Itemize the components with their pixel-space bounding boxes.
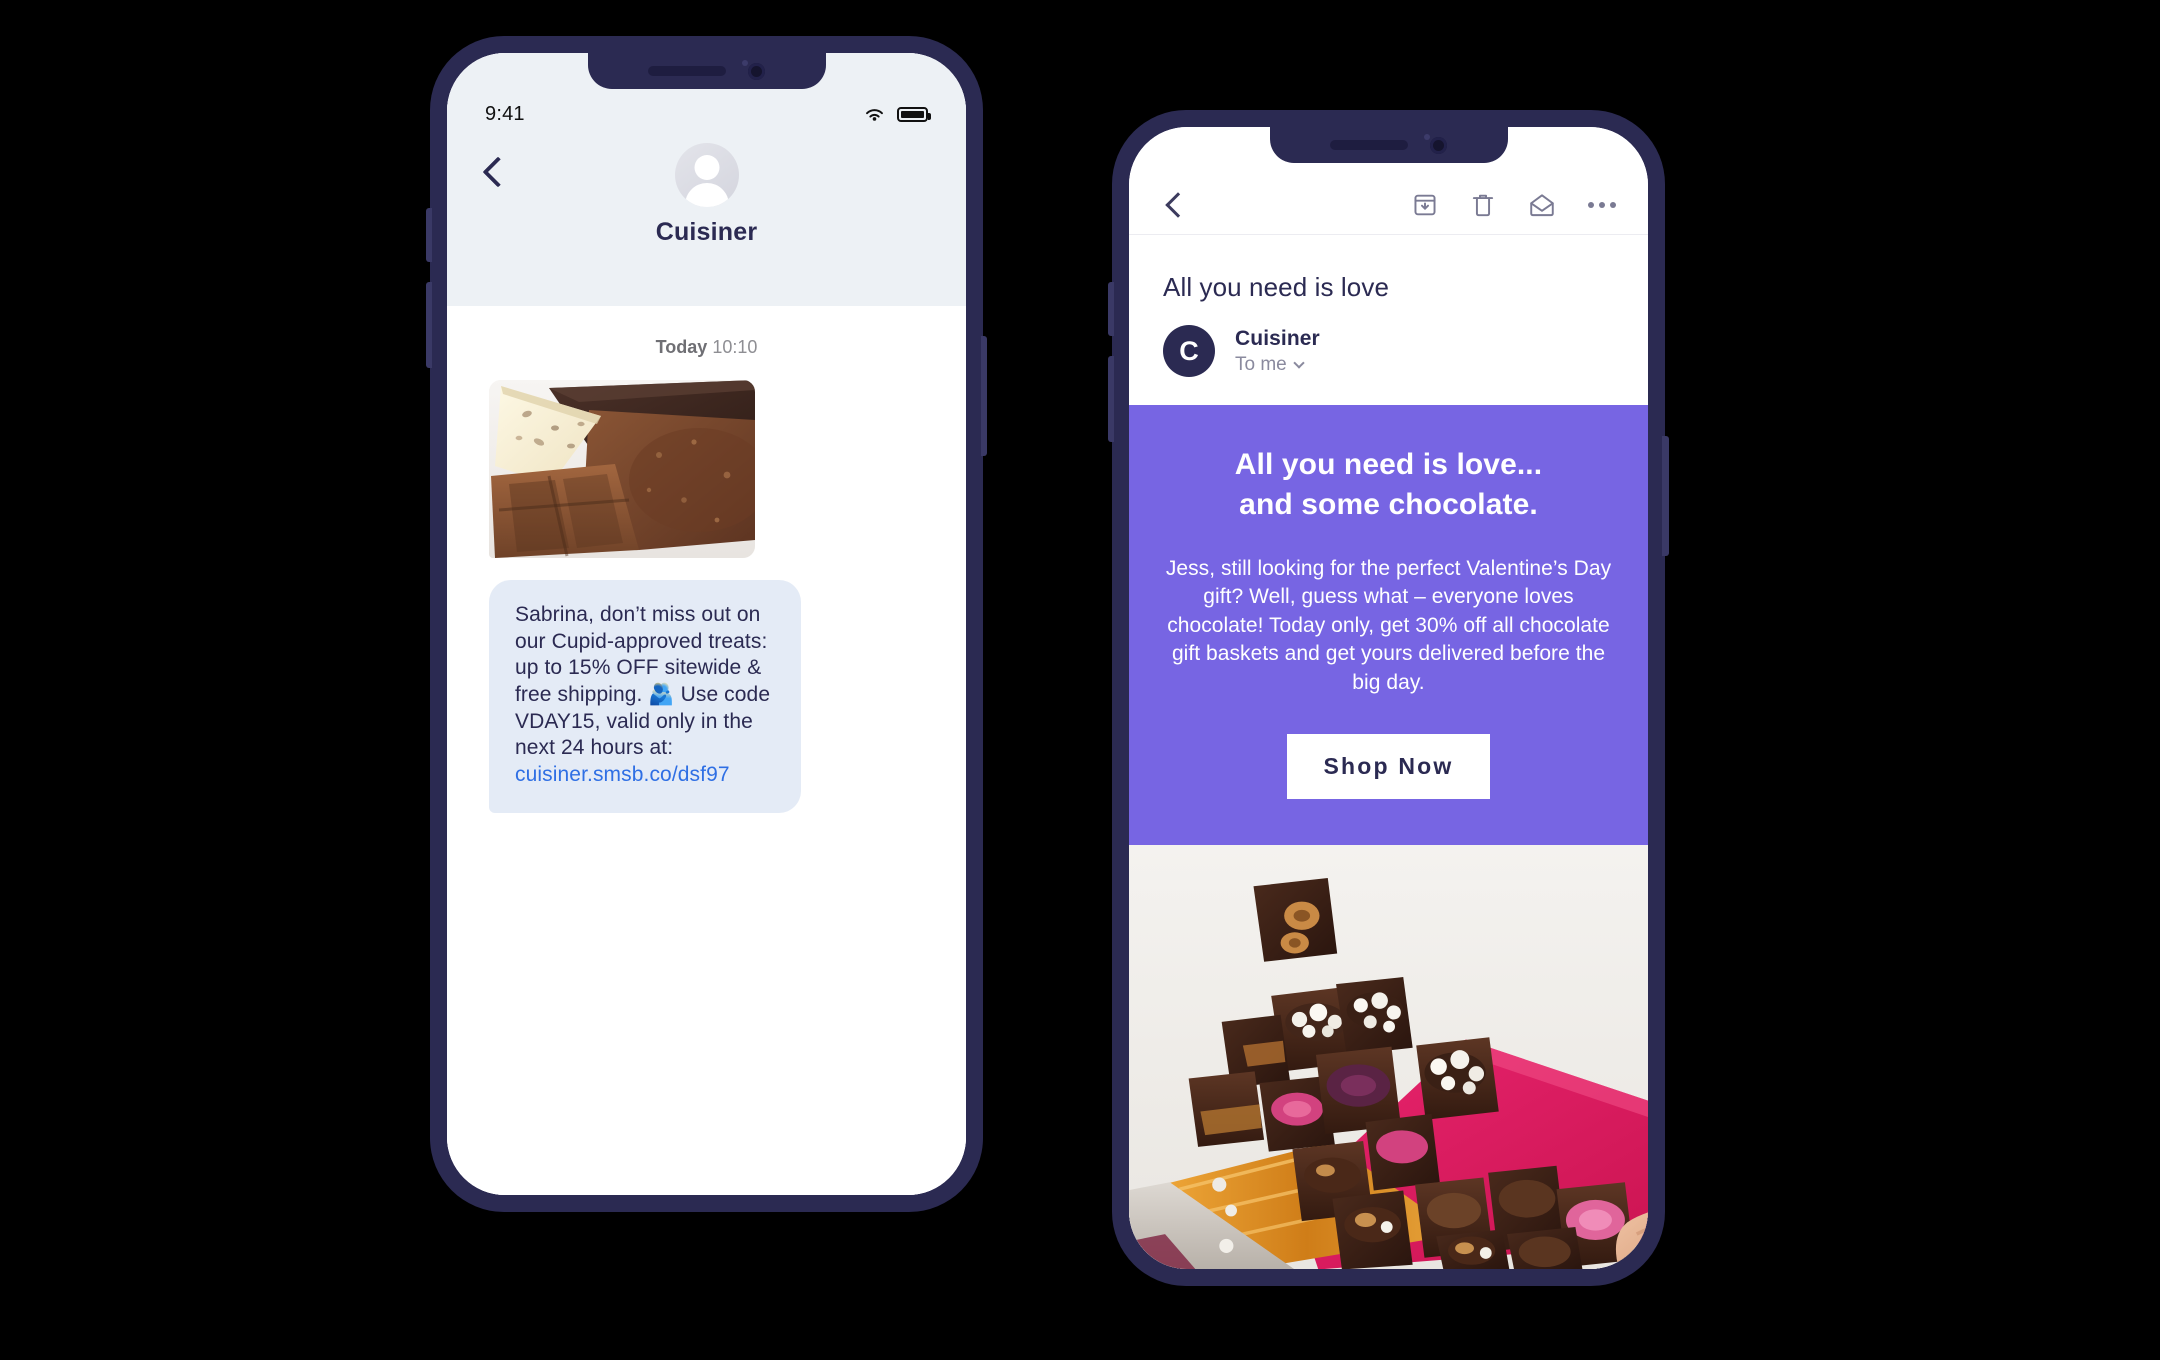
mms-attachment-image[interactable]: [489, 380, 755, 558]
chevron-down-icon[interactable]: [1293, 356, 1305, 369]
promo-headline: All you need is love... and some chocola…: [1157, 445, 1620, 525]
phone-notch-2: [1269, 127, 1508, 163]
phone-screen-email: All you need is love C Cuisiner To me Al…: [1129, 127, 1648, 1269]
phone-mockup-email: All you need is love C Cuisiner To me Al…: [1108, 110, 1669, 1286]
chocolate-gift-box-photo: [1129, 844, 1648, 1269]
sms-app: 9:41 Cuisiner Today 10:10 Sabrina, don’t…: [447, 53, 966, 1195]
phone-notch: [587, 53, 826, 89]
sender-details: Cuisiner To me: [1235, 327, 1320, 376]
trash-icon[interactable]: [1470, 192, 1496, 218]
sms-nav-bar: Cuisiner: [447, 131, 966, 247]
earpiece-speaker: [648, 66, 726, 76]
volume-down-button[interactable]: [426, 282, 432, 368]
more-options-icon[interactable]: [1588, 202, 1616, 208]
volume-up-button[interactable]: [426, 208, 432, 262]
contact-name: Cuisiner: [655, 218, 758, 246]
phone-screen-sms: 9:41 Cuisiner Today 10:10 Sabrina, don’t…: [447, 53, 966, 1195]
status-bar: 9:41: [447, 97, 966, 131]
chocolate-bars-photo: [489, 380, 755, 558]
status-time: 9:41: [485, 102, 525, 125]
screenshot-stage: 9:41 Cuisiner Today 10:10 Sabrina, don’t…: [0, 0, 2160, 1360]
email-sender-row[interactable]: C Cuisiner To me: [1129, 303, 1648, 405]
archive-icon[interactable]: [1412, 192, 1438, 218]
promo-headline-line2: and some chocolate.: [1239, 487, 1538, 521]
email-promo-banner: All you need is love... and some chocola…: [1129, 405, 1648, 845]
sms-message-link[interactable]: cuisiner.smsb.co/dsf97: [515, 763, 730, 786]
promo-headline-line1: All you need is love...: [1234, 448, 1543, 481]
sender-recipient[interactable]: To me: [1235, 354, 1320, 376]
sms-message-text: Sabrina, don’t miss out on our Cupid-app…: [515, 603, 771, 760]
status-indicators: [863, 106, 931, 123]
sms-header: 9:41 Cuisiner: [447, 53, 966, 306]
sender-name: Cuisiner: [1235, 326, 1320, 350]
sms-message-bubble: Sabrina, don’t miss out on our Cupid-app…: [489, 580, 801, 813]
back-chevron-icon[interactable]: [1165, 192, 1191, 218]
power-button-2[interactable]: [1662, 436, 1669, 556]
email-subject: All you need is love: [1163, 272, 1390, 302]
thread-time-label: 10:10: [712, 337, 758, 357]
thread-timestamp: Today 10:10: [489, 337, 924, 358]
thread-day-label: Today: [655, 337, 708, 357]
front-camera-icon-2: [1430, 136, 1447, 154]
contact-avatar-icon[interactable]: [674, 143, 739, 207]
recipient-label: To me: [1235, 353, 1287, 375]
promo-body: Jess, still looking for the perfect Vale…: [1165, 556, 1612, 694]
avatar-head-shape: [694, 155, 719, 180]
volume-up-button-2[interactable]: [1108, 282, 1114, 336]
power-button[interactable]: [981, 336, 987, 456]
sms-thread: Today 10:10 Sabrina, don’t miss out on o…: [447, 306, 966, 1195]
volume-down-button-2[interactable]: [1108, 356, 1114, 442]
promo-hero-image: [1129, 844, 1648, 1269]
battery-icon: [897, 106, 931, 122]
front-camera-icon: [748, 62, 765, 80]
phone-mockup-sms: 9:41 Cuisiner Today 10:10 Sabrina, don’t…: [426, 36, 987, 1212]
earpiece-speaker-2: [1330, 140, 1408, 150]
contact-block: Cuisiner: [447, 143, 966, 247]
email-app: All you need is love C Cuisiner To me Al…: [1129, 127, 1648, 1269]
shop-now-button[interactable]: Shop Now: [1287, 733, 1490, 799]
sender-avatar: C: [1163, 325, 1215, 377]
email-actions: [1412, 192, 1616, 218]
avatar-body-shape: [684, 183, 729, 207]
wifi-icon: [866, 108, 883, 121]
open-envelope-icon[interactable]: [1528, 192, 1556, 218]
